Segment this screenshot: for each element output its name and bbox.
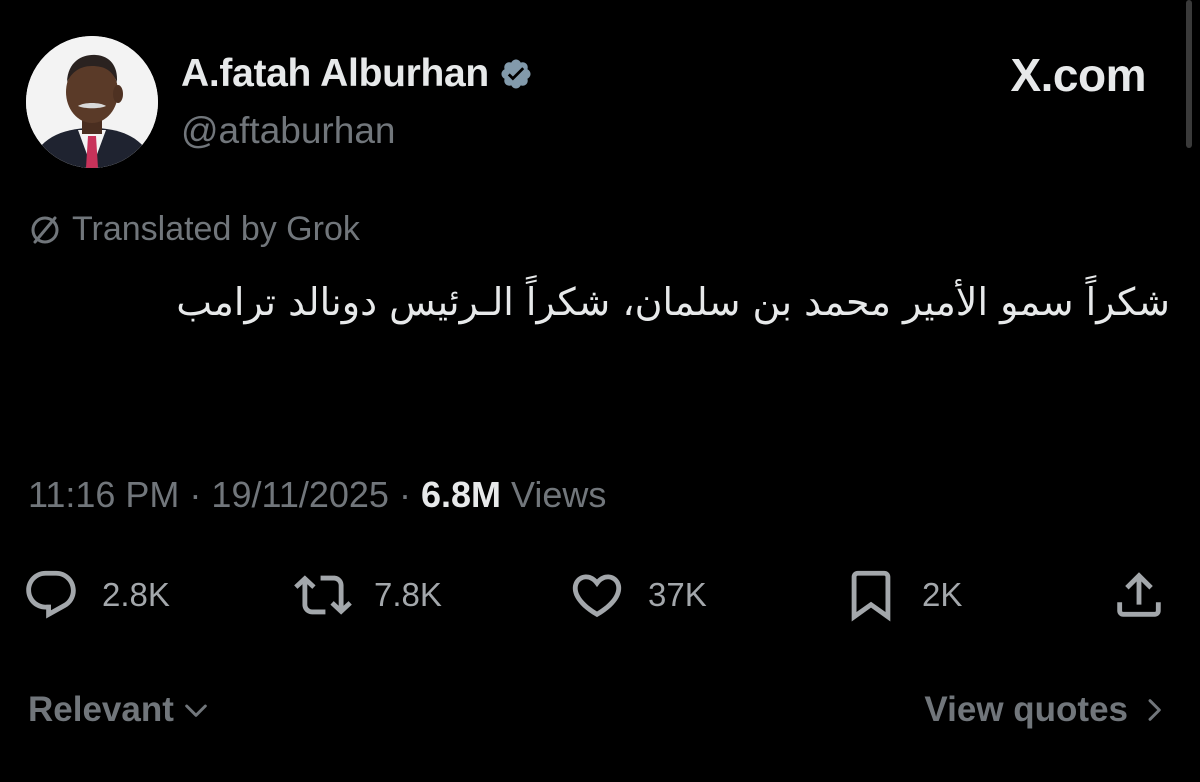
verified-badge-icon <box>499 57 533 91</box>
repost-icon <box>294 575 352 615</box>
bookmark-button[interactable]: 2K <box>842 566 962 624</box>
share-button[interactable] <box>1110 566 1168 624</box>
translate-slash-icon <box>28 213 62 247</box>
view-quotes-link[interactable]: View quotes <box>924 690 1170 730</box>
meta-separator: · <box>189 474 202 515</box>
share-icon <box>1117 572 1161 617</box>
view-quotes-label: View quotes <box>924 690 1128 729</box>
views-label: Views <box>510 474 607 515</box>
chevron-right-icon <box>1148 699 1161 721</box>
repost-button[interactable]: 7.8K <box>294 566 442 624</box>
translation-notice[interactable]: Translated by Grok <box>28 210 360 249</box>
tweet-screenshot: A.fatah Alburhan @aftaburhan X.com Trans… <box>0 0 1200 782</box>
sort-label: Relevant <box>28 690 174 729</box>
author-name[interactable]: A.fatah Alburhan <box>181 52 533 96</box>
tweet-meta: 11:16 PM · 19/11/2025 · 6.8M Views <box>28 474 606 516</box>
reply-icon <box>26 570 76 619</box>
chevron-down-icon <box>185 704 207 717</box>
avatar-portrait <box>26 36 158 168</box>
views-count: 6.8M <box>420 474 501 515</box>
tweet-text: شكراً سمو الأمير محمد بن سلمان، شكراً ال… <box>176 280 1170 324</box>
tweet-time[interactable]: 11:16 PM <box>28 474 179 516</box>
meta-separator: · <box>398 474 411 515</box>
bookmark-icon <box>851 570 891 622</box>
tweet-date[interactable]: 19/11/2025 <box>211 474 389 516</box>
repost-count: 7.8K <box>374 576 442 613</box>
scrollbar[interactable] <box>1186 0 1192 148</box>
site-logo: X.com <box>1010 49 1146 101</box>
reply-button[interactable]: 2.8K <box>22 566 170 624</box>
reply-count: 2.8K <box>102 576 170 613</box>
heart-icon <box>572 574 622 618</box>
author-display-name[interactable]: A.fatah Alburhan <box>181 52 489 96</box>
sort-replies-dropdown[interactable]: Relevant <box>28 690 212 730</box>
translation-label: Translated by Grok <box>72 210 360 248</box>
like-button[interactable]: 37K <box>568 566 707 624</box>
bookmark-count: 2K <box>922 576 963 613</box>
avatar[interactable] <box>26 36 158 168</box>
author-handle[interactable]: @aftaburhan <box>181 110 395 152</box>
like-count: 37K <box>648 576 707 613</box>
